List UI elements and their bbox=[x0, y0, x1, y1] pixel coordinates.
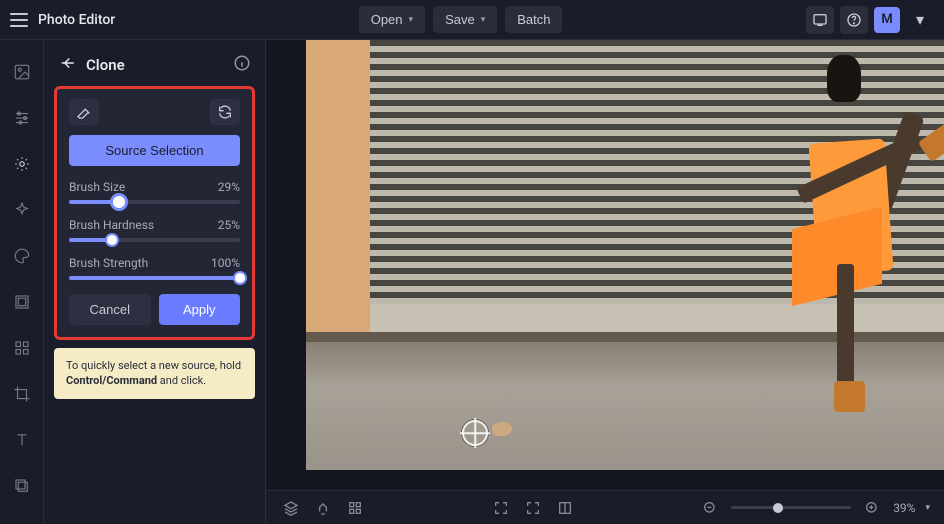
crop-tool-icon[interactable] bbox=[8, 380, 36, 408]
app-title: Photo Editor bbox=[38, 12, 115, 28]
zoom-out-icon[interactable] bbox=[699, 497, 721, 519]
feedback-icon[interactable] bbox=[806, 6, 834, 34]
fullscreen-icon[interactable] bbox=[490, 497, 512, 519]
zoom-slider[interactable] bbox=[731, 506, 851, 509]
frame-tool-icon[interactable] bbox=[8, 288, 36, 316]
info-icon[interactable] bbox=[233, 54, 251, 76]
batch-button-label: Batch bbox=[517, 12, 550, 27]
slider-thumb[interactable] bbox=[105, 233, 119, 247]
slider-value: 100% bbox=[211, 256, 240, 270]
clone-panel: Clone Source Selection Brush Size 29% bbox=[44, 40, 266, 524]
zoom-level: 39% bbox=[893, 501, 915, 515]
image-tool-icon[interactable] bbox=[8, 58, 36, 86]
photo-canvas[interactable] bbox=[306, 40, 944, 470]
ai-tool-icon[interactable] bbox=[8, 196, 36, 224]
zoom-in-icon[interactable] bbox=[861, 497, 883, 519]
open-button[interactable]: Open ▾ bbox=[359, 6, 425, 33]
panel-title: Clone bbox=[86, 56, 223, 74]
slider-label: Brush Strength bbox=[69, 256, 148, 270]
slider-thumb[interactable] bbox=[110, 193, 128, 211]
tip-text: To quickly select a new source, hold bbox=[66, 359, 241, 372]
retouch-tool-icon[interactable] bbox=[8, 150, 36, 178]
text-tool-icon[interactable] bbox=[8, 426, 36, 454]
top-bar: Photo Editor Open ▾ Save ▾ Batch M ▾ bbox=[0, 0, 944, 40]
account-chevron-icon[interactable]: ▾ bbox=[906, 6, 934, 34]
source-selection-button[interactable]: Source Selection bbox=[69, 135, 240, 166]
cancel-button[interactable]: Cancel bbox=[69, 294, 151, 325]
elements-tool-icon[interactable] bbox=[8, 334, 36, 362]
batch-button[interactable]: Batch bbox=[505, 6, 562, 33]
save-button-label: Save bbox=[445, 12, 475, 27]
clone-source-marker-icon[interactable] bbox=[462, 420, 488, 446]
menu-icon[interactable] bbox=[10, 13, 28, 27]
open-button-label: Open bbox=[371, 12, 403, 27]
erase-mode-icon[interactable] bbox=[69, 99, 99, 125]
adjustments-tool-icon[interactable] bbox=[8, 104, 36, 132]
slider-thumb[interactable] bbox=[233, 271, 247, 285]
brush-hardness-slider[interactable]: Brush Hardness 25% bbox=[69, 218, 240, 242]
duplicate-tool-icon[interactable] bbox=[8, 472, 36, 500]
brush-strength-slider[interactable]: Brush Strength 100% bbox=[69, 256, 240, 280]
chevron-down-icon: ▾ bbox=[481, 14, 486, 25]
export-icon[interactable] bbox=[312, 497, 334, 519]
slider-thumb[interactable] bbox=[773, 503, 783, 513]
slider-value: 29% bbox=[218, 180, 240, 194]
clone-tool-box: Source Selection Brush Size 29% Brush Ha… bbox=[54, 86, 255, 340]
apply-button[interactable]: Apply bbox=[159, 294, 241, 325]
tip-bold: Control/Command bbox=[66, 374, 157, 387]
palette-tool-icon[interactable] bbox=[8, 242, 36, 270]
tip-text-after: and click. bbox=[157, 374, 206, 387]
chevron-down-icon: ▾ bbox=[409, 14, 414, 25]
photo-subject bbox=[599, 40, 944, 427]
slider-label: Brush Hardness bbox=[69, 218, 154, 232]
layers-icon[interactable] bbox=[280, 497, 302, 519]
zoom-chevron-icon[interactable]: ▾ bbox=[925, 503, 930, 513]
canvas-area[interactable] bbox=[266, 40, 944, 490]
grid-icon[interactable] bbox=[344, 497, 366, 519]
slider-label: Brush Size bbox=[69, 180, 125, 194]
tip-box: To quickly select a new source, hold Con… bbox=[54, 348, 255, 399]
help-icon[interactable] bbox=[840, 6, 868, 34]
bottom-bar: 39% ▾ bbox=[266, 490, 944, 524]
back-icon[interactable] bbox=[58, 54, 76, 76]
slider-value: 25% bbox=[218, 218, 240, 232]
fit-screen-icon[interactable] bbox=[522, 497, 544, 519]
reset-icon[interactable] bbox=[210, 99, 240, 125]
brush-size-slider[interactable]: Brush Size 29% bbox=[69, 180, 240, 204]
left-toolbar bbox=[0, 40, 44, 524]
chevron-down-icon: ▾ bbox=[916, 10, 924, 29]
save-button[interactable]: Save ▾ bbox=[433, 6, 497, 33]
compare-icon[interactable] bbox=[554, 497, 576, 519]
avatar[interactable]: M bbox=[874, 7, 900, 33]
